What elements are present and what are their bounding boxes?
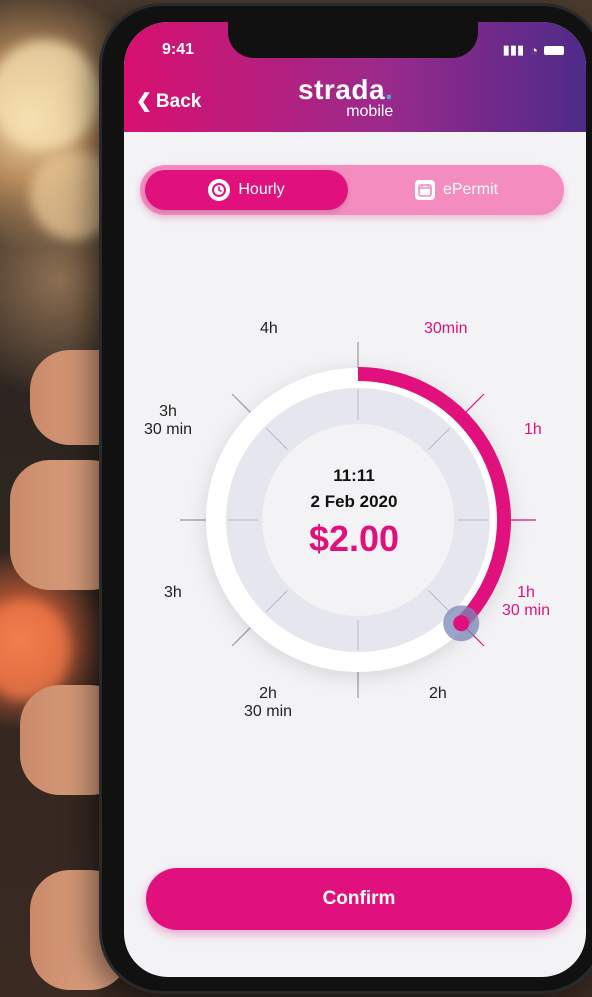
label-2h30-hours: 2h <box>259 685 277 702</box>
label-1h30: 1h 30 min <box>502 584 550 619</box>
label-2h30-minutes: 30 min <box>244 702 293 720</box>
label-1h30-hours: 1h <box>517 584 535 601</box>
label-3h: 3h <box>164 584 182 601</box>
expiry-date: 2 Feb 2020 <box>310 492 398 511</box>
label-30min: 30min <box>424 320 468 337</box>
dial-drag-handle[interactable] <box>453 615 470 632</box>
label-2h: 2h <box>429 685 447 702</box>
background-bokeh <box>0 40 100 150</box>
label-1h30-minutes: 30 min <box>502 601 551 619</box>
dial-tick <box>463 393 485 415</box>
dial-tick <box>231 625 253 647</box>
parking-price: $2.00 <box>308 518 400 559</box>
expiry-time: 11:11 <box>333 466 375 485</box>
label-4h: 4h <box>260 320 278 337</box>
confirm-button[interactable]: Confirm <box>146 868 572 930</box>
label-3h30-minutes: 30 min <box>144 420 193 438</box>
label-1h: 1h <box>524 421 542 438</box>
label-3h30: 3h 30 min <box>144 403 192 438</box>
dial-tick <box>231 393 253 415</box>
label-2h30: 2h 30 min <box>244 685 292 720</box>
app-screen: 9:41 ▮▮▮ ◔ ❮ Back strada. mobile Hourly … <box>124 22 586 977</box>
dial-summary: 11:11 2 Feb 2020 $2.00 <box>254 466 454 560</box>
label-3h30-hours: 3h <box>159 403 177 420</box>
